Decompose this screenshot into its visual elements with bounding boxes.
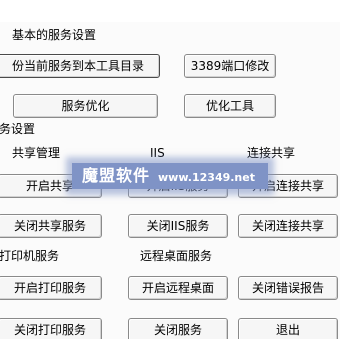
disable-share-button[interactable]: 关闭共享服务 <box>0 214 102 238</box>
disable-print-service-button[interactable]: 关闭打印服务 <box>0 318 102 339</box>
watermark-title: 魔盟软件 <box>82 166 151 185</box>
watermark-banner: 魔盟软件 www.12349.net <box>72 163 268 189</box>
enable-print-service-button[interactable]: 开启打印服务 <box>0 276 102 300</box>
basic-settings-title: 基本的服务设置 <box>12 28 97 42</box>
header-iis: IIS <box>150 146 165 160</box>
disable-connection-share-button[interactable]: 关闭连接共享 <box>238 214 338 238</box>
port-3389-button[interactable]: 3389端口修改 <box>184 54 276 78</box>
exit-button[interactable]: 退出 <box>238 318 338 339</box>
optimize-tool-button[interactable]: 优化工具 <box>184 94 276 118</box>
watermark-url: www.12349.net <box>158 171 255 184</box>
header-remote-desktop: 远程桌面服务 <box>140 249 213 263</box>
disable-error-report-button[interactable]: 关闭错误报告 <box>238 276 338 300</box>
header-connection-share: 连接共享 <box>247 146 296 160</box>
disable-service-button[interactable]: 关闭服务 <box>128 318 228 339</box>
enable-remote-desktop-button[interactable]: 开启远程桌面 <box>128 276 228 300</box>
copy-services-button[interactable]: 份当前服务到本工具目录 <box>0 54 160 78</box>
service-settings-title: 务设置 <box>0 122 36 136</box>
optimize-services-button[interactable]: 服务优化 <box>13 94 158 118</box>
header-printer-service: 打印机服务 <box>0 249 60 263</box>
disable-iis-button[interactable]: 关闭IIS服务 <box>128 214 228 238</box>
header-share-management: 共享管理 <box>12 146 61 160</box>
